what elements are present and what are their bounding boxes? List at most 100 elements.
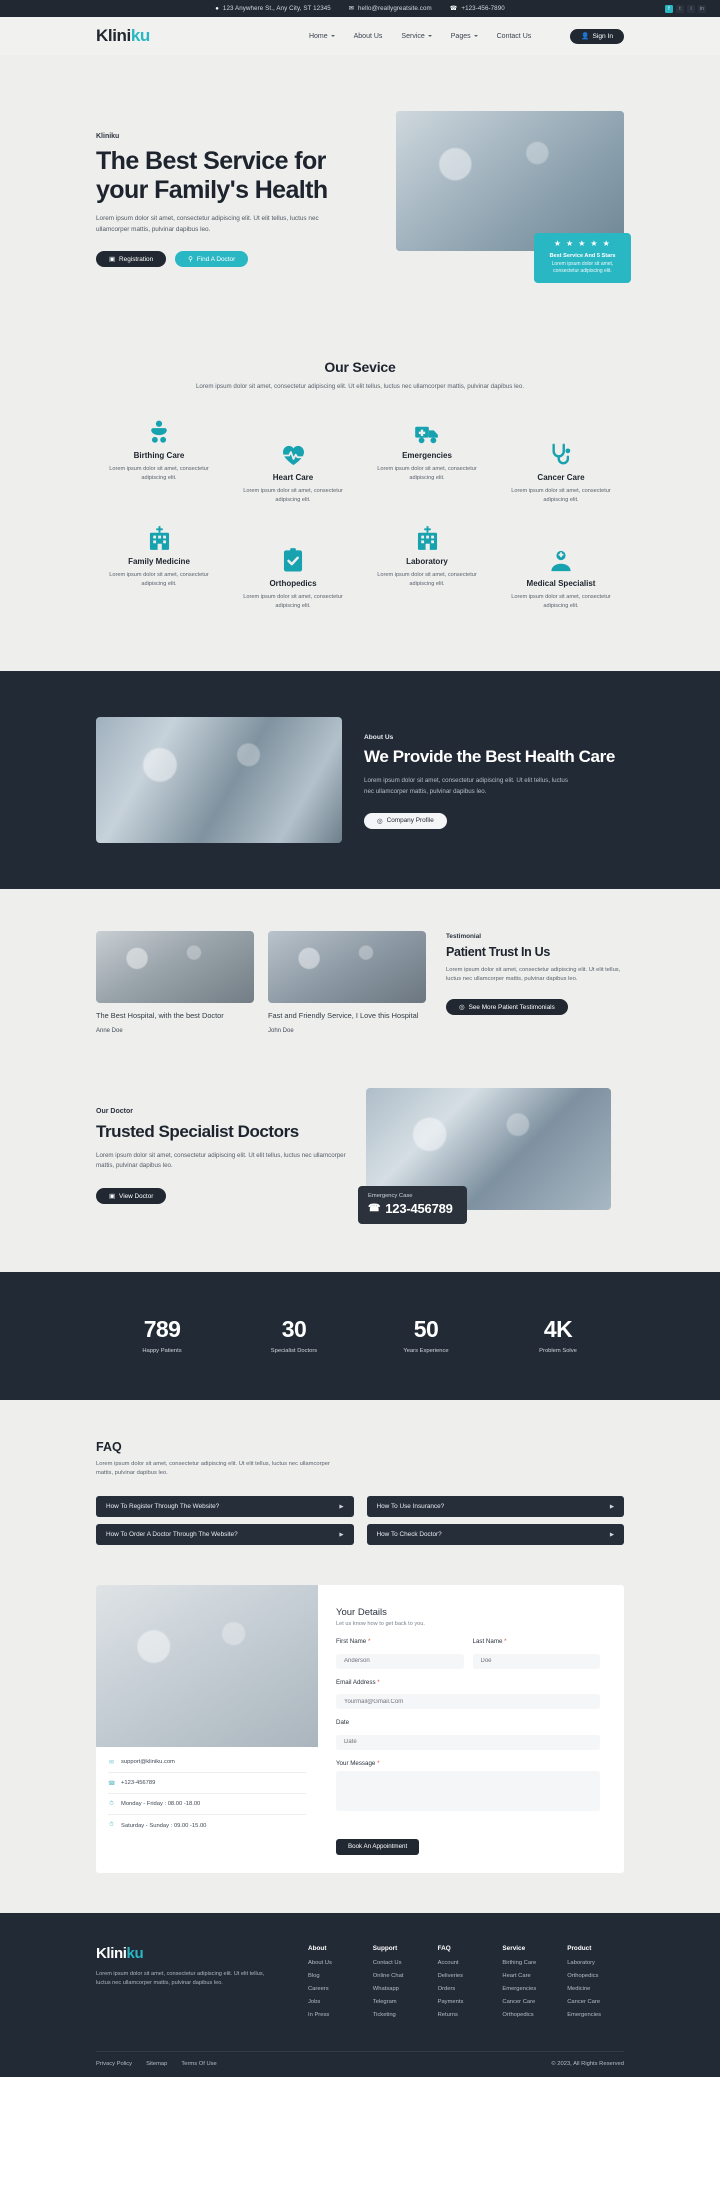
- testimonial-card: The Best Hospital, with the best Doctor …: [96, 930, 254, 1034]
- footer-link[interactable]: Account: [438, 1960, 495, 1966]
- footer-link[interactable]: Cancer Care: [502, 1999, 559, 2005]
- service-desc: Lorem ipsum dolor sit amet, consectetur …: [511, 594, 611, 610]
- faq-question: How To Register Through The Website?: [106, 1503, 220, 1511]
- hero-rating-card: ★ ★ ★ ★ ★ Best Service And 5 Stars Lorem…: [534, 233, 631, 283]
- required-mark: *: [377, 1678, 380, 1686]
- footer-link[interactable]: Emergencies: [567, 2012, 624, 2018]
- nav-item-service[interactable]: Service: [401, 33, 432, 40]
- footer-link[interactable]: Payments: [438, 1999, 495, 2005]
- nav-item-home[interactable]: Home: [309, 33, 335, 40]
- first-name-input[interactable]: [336, 1653, 464, 1669]
- footer-column-support: Support Contact Us Online Chat Whatsapp …: [373, 1945, 430, 2025]
- footer-link[interactable]: Laboratory: [567, 1960, 624, 1966]
- about-paragraph: Lorem ipsum dolor sit amet, consectetur …: [364, 777, 568, 795]
- contact-info-email[interactable]: ✉ support@kliniku.com: [108, 1752, 306, 1774]
- footer-link[interactable]: Orthopedics: [567, 1973, 624, 1979]
- phone-icon: ☎: [449, 6, 458, 12]
- find-a-doctor-button[interactable]: ⚲ Find A Doctor: [175, 251, 249, 268]
- stat-problem-solve: 4K Problem Solve: [492, 1316, 624, 1354]
- footer-link[interactable]: Careers: [308, 1986, 365, 1992]
- nav-item-contact-us[interactable]: Contact Us: [497, 33, 532, 40]
- footer-link[interactable]: Jobs: [308, 1999, 365, 2005]
- faq-item-check-doctor[interactable]: How To Check Doctor? ▶: [366, 1524, 624, 1546]
- testimonial-copy: Testimonial Patient Trust In Us Lorem ip…: [440, 931, 624, 1034]
- service-card-family-medicine[interactable]: Family Medicine Lorem ipsum dolor sit am…: [96, 524, 222, 610]
- service-card-medical-specialist[interactable]: Medical Specialist Lorem ipsum dolor sit…: [498, 546, 624, 610]
- email-group: Email Address *: [336, 1679, 600, 1710]
- name-fields-row: First Name * Last Name *: [336, 1638, 600, 1679]
- twitter-icon[interactable]: t: [676, 4, 684, 13]
- emergency-phone[interactable]: ☎ 123-456789: [368, 1201, 453, 1216]
- last-name-input[interactable]: [472, 1653, 600, 1669]
- facebook-icon[interactable]: f: [665, 4, 673, 13]
- doctors-title: Trusted Specialist Doctors: [96, 1121, 299, 1141]
- footer-link[interactable]: Heart Care: [502, 1973, 559, 1979]
- testimonial-cards: The Best Hospital, with the best Doctor …: [96, 930, 426, 1034]
- service-card-emergencies[interactable]: Emergencies Lorem ipsum dolor sit amet, …: [364, 418, 490, 504]
- footer-link[interactable]: Cancer Care: [567, 1999, 624, 2005]
- date-input[interactable]: [336, 1734, 600, 1750]
- nav-item-about-us[interactable]: About Us: [354, 33, 383, 40]
- footer-link[interactable]: Orders: [438, 1986, 495, 1992]
- contact-info-phone[interactable]: ☎ +123-456789: [108, 1773, 306, 1795]
- sign-in-button[interactable]: 👤 Sign In: [570, 28, 624, 44]
- footer-link[interactable]: Emergencies: [502, 1986, 559, 1992]
- footer-link[interactable]: Medicine: [567, 1986, 624, 1992]
- company-profile-button[interactable]: ◎ Company Profile: [364, 812, 447, 829]
- service-name: Medical Specialist: [526, 579, 596, 589]
- stat-label: Years Experience: [403, 1347, 449, 1354]
- see-more-testimonials-button[interactable]: ◎ See More Patient Testimonials: [446, 999, 568, 1016]
- footer-link[interactable]: Orthopedics: [502, 2012, 559, 2018]
- emergency-case-label: Emergency Case: [368, 1192, 413, 1199]
- footer-logo[interactable]: Kliniku: [96, 1945, 292, 1962]
- service-card-birthing-care[interactable]: Birthing Care Lorem ipsum dolor sit amet…: [96, 418, 222, 504]
- footer-link[interactable]: Whatsapp: [373, 1986, 430, 1992]
- footer-link[interactable]: Birthing Care: [502, 1960, 559, 1966]
- company-profile-label: Company Profile: [386, 817, 434, 825]
- linkedin-icon[interactable]: in: [698, 4, 706, 13]
- footer-columns: About About Us Blog Careers Jobs In Pres…: [308, 1945, 624, 2025]
- footer-link[interactable]: Online Chat: [373, 1973, 430, 1979]
- about-copy: About Us We Provide the Best Health Care…: [364, 730, 624, 829]
- email-input[interactable]: [336, 1694, 600, 1710]
- service-card-cancer-care[interactable]: Cancer Care Lorem ipsum dolor sit amet, …: [498, 440, 624, 504]
- required-mark: *: [377, 1759, 380, 1767]
- footer-link[interactable]: About Us: [308, 1960, 365, 1966]
- service-name: Cancer Care: [537, 473, 585, 483]
- footer-link[interactable]: Blog: [308, 1973, 365, 1979]
- registration-button[interactable]: ▣ Registration: [96, 251, 167, 268]
- view-doctor-button[interactable]: ▣ View Doctor: [96, 1188, 167, 1205]
- testimonial-author: Anne Doe: [96, 1027, 123, 1034]
- topbar-email[interactable]: ✉ hello@reallygreatsite.com: [349, 5, 432, 12]
- footer-link[interactable]: Ticketing: [373, 2012, 430, 2018]
- footer-link[interactable]: Deliveries: [438, 1973, 495, 1979]
- footer-link[interactable]: In Press: [308, 2012, 365, 2018]
- faq-item-register[interactable]: How To Register Through The Website? ▶: [96, 1496, 354, 1518]
- book-appointment-button[interactable]: Book An Appointment: [336, 1838, 420, 1855]
- message-textarea[interactable]: [336, 1770, 600, 1811]
- testimonial-section: The Best Hospital, with the best Doctor …: [0, 888, 720, 1072]
- service-card-orthopedics[interactable]: Orthopedics Lorem ipsum dolor sit amet, …: [230, 546, 356, 610]
- footer-link[interactable]: Contact Us: [373, 1960, 430, 1966]
- site-logo[interactable]: Kliniku: [96, 26, 150, 46]
- stat-label: Problem Solve: [539, 1347, 577, 1354]
- footer-privacy-policy-link[interactable]: Privacy Policy: [96, 2061, 132, 2067]
- footer-link[interactable]: Telegram: [373, 1999, 430, 2005]
- chevron-down-icon: [473, 35, 478, 37]
- footer-sitemap-link[interactable]: Sitemap: [146, 2061, 167, 2067]
- hospital-icon: [100, 524, 218, 551]
- instagram-icon[interactable]: i: [687, 4, 695, 13]
- footer-terms-link[interactable]: Terms Of Use: [181, 2061, 216, 2067]
- chevron-right-icon: ▶: [339, 1531, 344, 1538]
- contact-card: ✉ support@kliniku.com ☎ +123-456789 ⏱ Monda…: [96, 1585, 624, 1873]
- footer-link[interactable]: Returns: [438, 2012, 495, 2018]
- faq-item-order-doctor[interactable]: How To Order A Doctor Through The Websit…: [96, 1524, 354, 1546]
- faq-item-insurance[interactable]: How To Use Insurance? ▶: [366, 1496, 624, 1518]
- topbar-phone[interactable]: ☎ +123-456-7890: [450, 5, 505, 12]
- nav-item-pages[interactable]: Pages: [451, 33, 478, 40]
- service-card-laboratory[interactable]: Laboratory Lorem ipsum dolor sit amet, c…: [364, 524, 490, 610]
- service-desc: Lorem ipsum dolor sit amet, consectetur …: [377, 572, 477, 588]
- service-card-heart-care[interactable]: Heart Care Lorem ipsum dolor sit amet, c…: [230, 440, 356, 504]
- first-name-label: First Name *: [336, 1638, 464, 1645]
- user-icon: 👤: [581, 33, 590, 40]
